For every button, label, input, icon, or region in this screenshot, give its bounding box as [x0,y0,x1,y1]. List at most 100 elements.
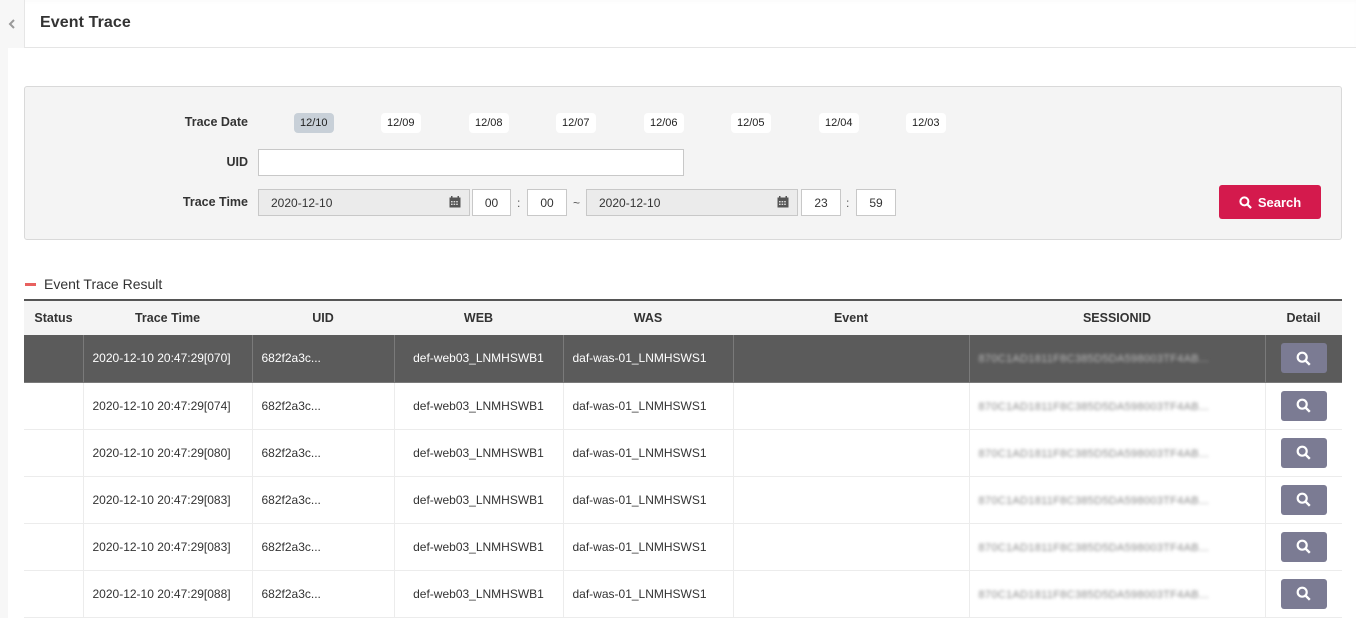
trace-date-chip[interactable]: 12/09 [381,113,421,133]
table-row[interactable]: 2020-12-10 20:47:29[083] 682f2a3c... def-w… [24,523,1342,571]
sessionid-value: 870C1AD1811F8C385D5DA598003TF4AB... [978,494,1209,507]
sidebar-strip [0,48,8,618]
collapse-sidebar-button[interactable] [0,0,25,48]
trace-date-chip[interactable]: 12/06 [644,113,684,133]
sessionid-value: 870C1AD1811F8C385D5DA598003TF4AB... [978,447,1209,460]
was-cell: daf-was-01_LNMHSWS1 [562,382,734,430]
column-header-web[interactable]: WEB [394,300,563,335]
detail-cell [1264,429,1342,477]
uid-label: UID [226,155,248,169]
trace-time-cell: 2020-12-10 20:47:29[083] [82,476,253,524]
detail-button[interactable] [1280,484,1327,515]
was-cell: daf-was-01_LNMHSWS1 [562,429,734,477]
calendar-icon[interactable] [449,196,461,208]
end-hour-input[interactable]: 23 [801,189,841,216]
detail-cell [1264,335,1342,383]
calendar-icon[interactable] [777,196,789,208]
was-cell: daf-was-01_LNMHSWS1 [562,476,734,524]
column-header-uid[interactable]: UID [252,300,394,335]
trace-date-chip[interactable]: 12/05 [731,113,771,133]
sessionid-value: 870C1AD1811F8C385D5DA598003TF4AB... [978,541,1209,554]
start-date-value: 2020-12-10 [271,195,333,210]
end-date-input[interactable]: 2020-12-10 [586,189,798,216]
web-cell: def-web03_LNMHSWB1 [393,335,564,383]
start-minute-value: 00 [540,195,554,210]
detail-button[interactable] [1280,578,1327,609]
trace-date-chip[interactable]: 12/07 [556,113,596,133]
search-panel: Trace Date 12/10 12/09 12/08 12/07 12/06 12/0… [24,86,1342,240]
detail-button[interactable] [1280,437,1327,468]
uid-cell: 682f2a3c... [251,523,395,571]
detail-button[interactable] [1280,390,1327,421]
sessionid-cell: 870C1AD1811F8C385D5DA598003TF4AB... [968,382,1266,430]
column-header-sessionid[interactable]: SESSIONID [969,300,1265,335]
result-table: Status Trace Time UID WEB WAS Event SESS… [24,299,1342,618]
status-cell [24,570,84,618]
trace-date-chip[interactable]: 12/04 [819,113,859,133]
status-cell [24,429,84,477]
web-cell: def-web03_LNMHSWB1 [393,429,564,477]
detail-cell [1264,382,1342,430]
column-header-status[interactable]: Status [24,300,83,335]
title-dash-icon [25,282,36,286]
sessionid-cell: 870C1AD1811F8C385D5DA598003TF4AB... [968,429,1266,477]
trace-time-cell: 2020-12-10 20:47:29[070] [82,335,253,383]
search-icon [1239,195,1252,209]
table-row[interactable]: 2020-12-10 20:47:29[074] 682f2a3c... def-w… [24,382,1342,430]
trace-time-cell: 2020-12-10 20:47:29[074] [82,382,253,430]
uid-cell: 682f2a3c... [251,335,395,383]
trace-time-cell: 2020-12-10 20:47:29[083] [82,523,253,571]
web-cell: def-web03_LNMHSWB1 [393,382,564,430]
status-cell [24,382,84,430]
trace-time-cell: 2020-12-10 20:47:29[088] [82,570,253,618]
was-cell: daf-was-01_LNMHSWS1 [562,335,734,383]
trace-date-chip[interactable]: 12/10 [294,113,334,133]
search-button-label: Search [1257,194,1302,210]
table-row[interactable]: 2020-12-10 20:47:29[080] 682f2a3c... def-w… [24,429,1342,477]
chevron-left-icon [8,19,15,29]
uid-input[interactable] [258,149,684,176]
page-title: Event Trace [40,14,131,31]
detail-button[interactable] [1280,343,1327,374]
column-header-trace-time[interactable]: Trace Time [83,300,252,335]
search-button[interactable]: Search [1219,185,1321,219]
result-title-text: Event Trace Result [44,276,163,292]
start-date-input[interactable]: 2020-12-10 [258,189,470,216]
event-cell [732,382,970,430]
column-header-event[interactable]: Event [733,300,969,335]
was-cell: daf-was-01_LNMHSWS1 [562,570,734,618]
trace-date-chip[interactable]: 12/08 [469,113,509,133]
table-row[interactable]: 2020-12-10 20:47:29[083] 682f2a3c... def-w… [24,476,1342,524]
table-row[interactable]: 2020-12-10 20:47:29[070] 682f2a3c... def-w… [24,335,1342,383]
event-cell [732,476,970,524]
search-icon [1296,539,1311,554]
end-minute-input[interactable]: 59 [856,189,896,216]
event-cell [732,570,970,618]
search-icon [1296,586,1311,601]
trace-time-label: Trace Time [182,195,248,209]
column-header-was[interactable]: WAS [563,300,733,335]
sessionid-value: 870C1AD1811F8C385D5DA598003TF4AB... [978,400,1209,413]
detail-cell [1264,570,1342,618]
sessionid-value: 870C1AD1811F8C385D5DA598003TF4AB... [978,588,1209,601]
end-hour-value: 23 [814,195,828,210]
sessionid-cell: 870C1AD1811F8C385D5DA598003TF4AB... [968,523,1266,571]
status-cell [24,476,84,524]
uid-cell: 682f2a3c... [251,476,395,524]
start-hour-value: 00 [484,195,499,210]
web-cell: def-web03_LNMHSWB1 [393,523,564,571]
search-icon [1296,351,1311,366]
detail-button[interactable] [1280,531,1327,562]
top-bar: Event Trace [0,0,1356,48]
search-icon [1296,398,1311,413]
start-minute-input[interactable]: 00 [527,189,567,216]
search-icon [1296,492,1311,507]
status-cell [24,523,84,571]
event-cell [732,523,970,571]
status-cell [24,335,84,383]
table-row[interactable]: 2020-12-10 20:47:29[088] 682f2a3c... def-w… [24,570,1342,618]
start-hour-input[interactable]: 00 [472,189,511,216]
trace-date-chip[interactable]: 12/03 [906,113,946,133]
range-separator: ~ [573,196,581,210]
detail-cell [1264,523,1342,571]
